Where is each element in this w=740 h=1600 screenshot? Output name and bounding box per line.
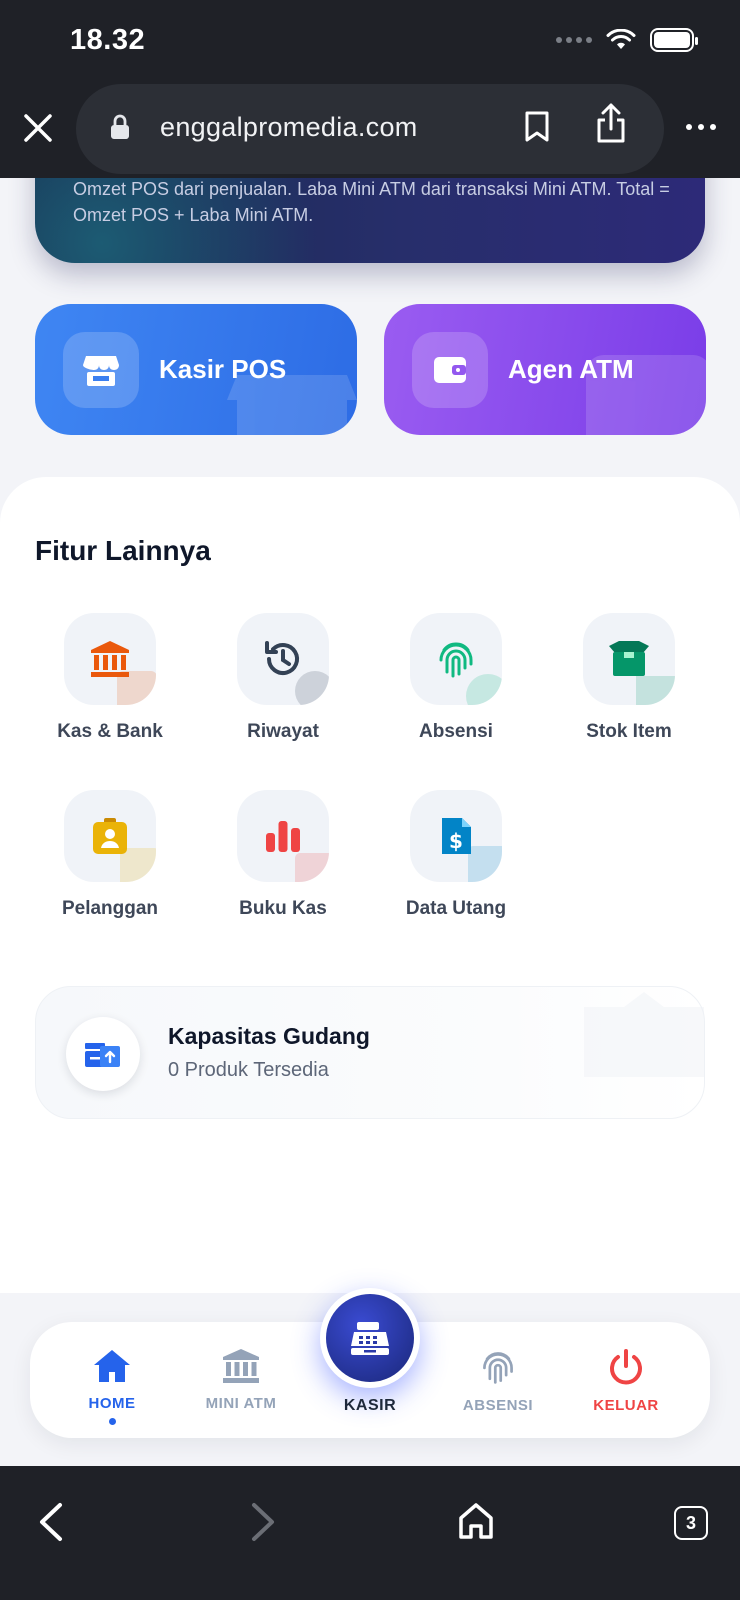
feature-label: Riwayat	[247, 721, 319, 742]
features-title: Fitur Lainnya	[35, 535, 211, 566]
lock-icon	[111, 114, 129, 139]
wallet-decoration-icon	[586, 355, 706, 435]
feature-label: Pelanggan	[61, 898, 159, 919]
feature-pelanggan[interactable]: Pelanggan	[35, 790, 185, 920]
wifi-icon	[606, 29, 636, 49]
status-time: 18.32	[70, 24, 146, 56]
bar-chart-icon	[237, 790, 329, 882]
bank-icon	[64, 613, 156, 705]
summary-description: Omzet POS dari penjualan. Laba Mini ATM …	[73, 179, 670, 225]
address-bar[interactable]: enggalpromedia.com	[76, 84, 664, 174]
nav-absensi[interactable]: ABSENSI	[443, 1348, 553, 1414]
browser-bottom-bar: 3	[0, 1466, 740, 1600]
history-icon	[237, 613, 329, 705]
forward-icon[interactable]	[248, 1502, 278, 1542]
nav-mini-atm[interactable]: MINI ATM	[186, 1348, 296, 1412]
kasir-button[interactable]	[320, 1288, 420, 1388]
kasir-pos-button[interactable]: Kasir POS	[35, 304, 357, 435]
status-icons	[556, 28, 698, 52]
nav-keluar-label: KELUAR	[593, 1397, 659, 1414]
warehouse-icon	[66, 1017, 140, 1091]
battery-icon	[650, 28, 698, 52]
wallet-icon	[412, 332, 488, 408]
store-icon	[63, 332, 139, 408]
feature-label: Buku Kas	[239, 898, 327, 919]
feature-riwayat[interactable]: Riwayat	[208, 613, 358, 743]
nav-keluar[interactable]: KELUAR	[571, 1348, 681, 1414]
feature-label: Kas & Bank	[57, 721, 163, 742]
feature-absensi[interactable]: Absensi	[381, 613, 531, 743]
feature-label: Absensi	[419, 721, 493, 742]
fingerprint-icon	[483, 1352, 513, 1384]
bookmark-icon[interactable]	[524, 110, 550, 144]
home-icon[interactable]	[458, 1502, 494, 1540]
feature-stok-item[interactable]: Stok Item	[554, 613, 704, 743]
agen-atm-button[interactable]: Agen ATM	[384, 304, 706, 435]
id-badge-icon	[64, 790, 156, 882]
back-icon[interactable]	[36, 1502, 66, 1542]
nav-home-label: HOME	[88, 1395, 136, 1412]
invoice-icon: $	[410, 790, 502, 882]
kasir-pos-label: Kasir POS	[159, 354, 287, 384]
feature-kas-bank[interactable]: Kas & Bank	[35, 613, 185, 743]
power-icon	[610, 1349, 642, 1385]
store-decoration-icon	[227, 375, 357, 435]
active-indicator	[108, 1418, 116, 1425]
agen-atm-label: Agen ATM	[508, 354, 634, 384]
feature-data-utang[interactable]: $ Data Utang	[381, 790, 531, 920]
storage-title: Kapasitas Gudang	[168, 1023, 370, 1049]
bank-icon	[223, 1349, 259, 1383]
tabs-button[interactable]: 3	[674, 1506, 708, 1540]
browser-top-bar: 18.32 enggalpromedia.com	[0, 0, 740, 178]
storage-subtitle: 0 Produk Tersedia	[168, 1059, 329, 1081]
cash-register-icon	[351, 1322, 389, 1355]
home-icon	[94, 1350, 130, 1382]
close-icon[interactable]	[20, 110, 56, 146]
feature-label: Data Utang	[405, 898, 507, 919]
storage-capacity-card[interactable]: Kapasitas Gudang 0 Produk Tersedia	[35, 986, 705, 1119]
signal-icon	[556, 37, 592, 43]
fingerprint-icon	[410, 613, 502, 705]
more-options-icon[interactable]	[686, 124, 716, 130]
storage-decoration-icon	[584, 992, 704, 1077]
feature-buku-kas[interactable]: Buku Kas	[208, 790, 358, 920]
nav-home[interactable]: HOME	[57, 1348, 167, 1425]
nav-absensi-label: ABSENSI	[462, 1397, 534, 1414]
url-text[interactable]: enggalpromedia.com	[160, 112, 418, 143]
features-panel: Fitur Lainnya Kas & Bank Riwayat Absensi…	[0, 477, 740, 1293]
feature-label: Stok Item	[586, 721, 672, 742]
nav-mini-atm-label: MINI ATM	[205, 1395, 277, 1412]
box-icon	[583, 613, 675, 705]
share-icon[interactable]	[594, 102, 628, 144]
kasir-label: KASIR	[343, 1397, 397, 1414]
